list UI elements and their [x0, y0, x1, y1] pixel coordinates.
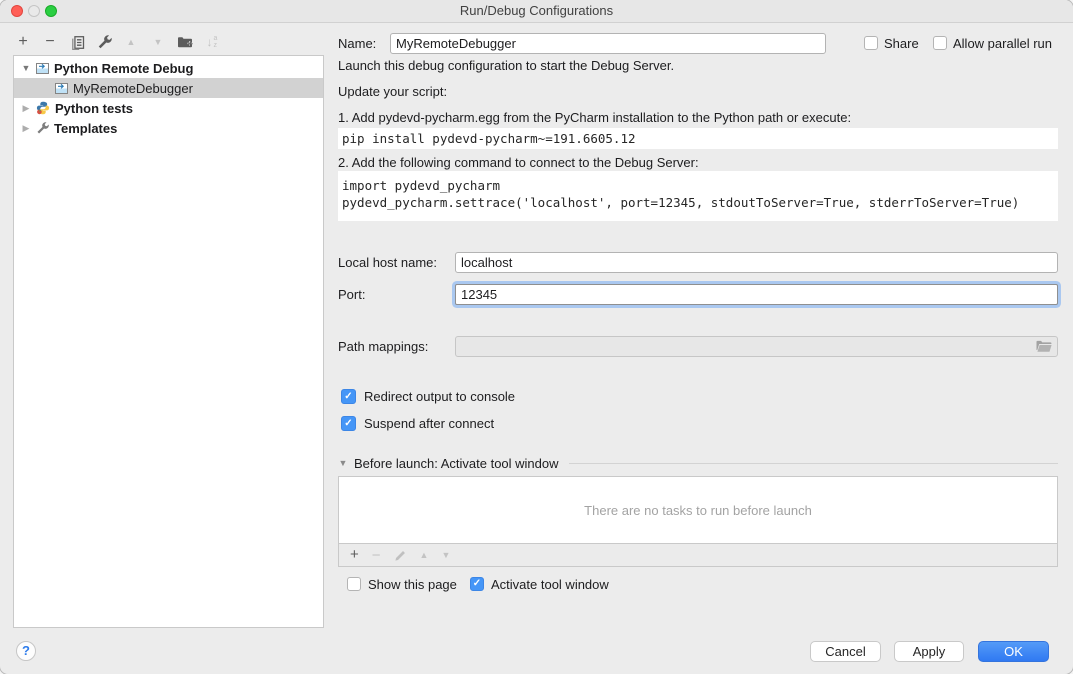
move-down-icon[interactable]: ▼: [150, 34, 166, 50]
allow-parallel-run-label: Allow parallel run: [953, 33, 1052, 54]
remove-configuration-icon[interactable]: −: [42, 34, 58, 50]
activate-tool-window-label: Activate tool window: [491, 574, 609, 595]
close-window-button[interactable]: [11, 5, 23, 17]
tree-item-label: Python tests: [55, 101, 133, 116]
share-label: Share: [884, 33, 919, 54]
activate-tool-window-checkbox[interactable]: ✓: [470, 577, 484, 591]
before-launch-task-list[interactable]: There are no tasks to run before launch: [338, 476, 1058, 544]
add-configuration-icon[interactable]: +: [15, 34, 31, 50]
tree-item-python-tests[interactable]: ▶ Python tests: [14, 98, 323, 118]
ok-button[interactable]: OK: [978, 641, 1049, 662]
check-icon: ✓: [344, 417, 352, 431]
title-bar: Run/Debug Configurations: [0, 0, 1073, 23]
name-label: Name:: [338, 33, 376, 54]
path-mappings-label: Path mappings:: [338, 336, 428, 357]
task-list-toolbar: + − ▲ ▼: [338, 544, 1058, 567]
cancel-button[interactable]: Cancel: [810, 641, 881, 662]
zoom-window-button[interactable]: [45, 5, 57, 17]
local-host-name-input[interactable]: [455, 252, 1058, 273]
no-tasks-message: There are no tasks to run before launch: [584, 503, 812, 518]
intro-line-2: Update your script:: [338, 81, 447, 102]
check-icon: ✓: [344, 390, 352, 404]
check-icon: ✓: [473, 577, 481, 591]
move-task-down-icon[interactable]: ▼: [441, 551, 450, 560]
remote-debug-config-icon: [55, 82, 68, 95]
remove-task-icon[interactable]: −: [372, 547, 381, 564]
step-1-text: 1. Add pydevd-pycharm.egg from the PyCha…: [338, 107, 851, 128]
run-debug-configurations-dialog: Run/Debug Configurations + − ▲ ▼: [0, 0, 1073, 674]
tree-item-label: MyRemoteDebugger: [73, 81, 193, 96]
python-tests-icon: [36, 101, 50, 115]
redirect-output-checkbox[interactable]: ✓: [341, 389, 356, 404]
before-launch-title: Before launch: Activate tool window: [354, 456, 559, 471]
settrace-code-block: import pydevd_pycharm pydevd_pycharm.set…: [338, 171, 1058, 221]
chevron-right-icon[interactable]: ▶: [21, 103, 31, 114]
configurations-toolbar: + − ▲ ▼ ↓ a z: [15, 30, 220, 54]
section-divider: [569, 463, 1058, 464]
show-this-page-checkbox[interactable]: [347, 577, 361, 591]
tree-item-python-remote-debug[interactable]: ▼ Python Remote Debug: [14, 58, 323, 78]
edit-templates-wrench-icon[interactable]: [96, 34, 112, 50]
collapse-section-icon[interactable]: ▼: [338, 458, 348, 468]
copy-configuration-icon[interactable]: [69, 34, 85, 50]
tree-item-label: Templates: [54, 121, 117, 136]
add-task-icon[interactable]: +: [350, 547, 359, 563]
chevron-down-icon[interactable]: ▼: [21, 63, 31, 73]
code-line-2: pydevd_pycharm.settrace('localhost', por…: [342, 194, 1058, 211]
new-folder-icon[interactable]: [177, 34, 193, 50]
redirect-output-label: Redirect output to console: [364, 386, 515, 407]
step-2-text: 2. Add the following command to connect …: [338, 152, 699, 173]
move-task-up-icon[interactable]: ▲: [420, 551, 429, 560]
remote-debug-config-icon: [36, 62, 49, 75]
help-button[interactable]: ?: [16, 641, 36, 661]
before-launch-section-header: ▼ Before launch: Activate tool window: [338, 454, 1058, 472]
path-mappings-input[interactable]: [455, 336, 1058, 357]
port-input[interactable]: [455, 284, 1058, 305]
tree-item-templates[interactable]: ▶ Templates: [14, 118, 323, 138]
intro-line-1: Launch this debug configuration to start…: [338, 55, 674, 76]
local-host-name-label: Local host name:: [338, 252, 437, 273]
show-this-page-label: Show this page: [368, 574, 457, 595]
help-icon: ?: [22, 643, 30, 658]
chevron-right-icon[interactable]: ▶: [21, 123, 31, 134]
code-line-1: import pydevd_pycharm: [342, 177, 1058, 194]
suspend-after-connect-label: Suspend after connect: [364, 413, 494, 434]
sort-alphabetically-icon[interactable]: ↓ a z: [204, 34, 220, 50]
move-up-icon[interactable]: ▲: [123, 34, 139, 50]
tree-item-myremotedebugger-selected[interactable]: MyRemoteDebugger: [14, 78, 323, 98]
suspend-after-connect-checkbox[interactable]: ✓: [341, 416, 356, 431]
minimize-window-button[interactable]: [28, 5, 40, 17]
configurations-tree: ▼ Python Remote Debug MyRemoteDebugger: [13, 55, 324, 628]
window-title: Run/Debug Configurations: [0, 0, 1073, 22]
templates-wrench-icon: [36, 122, 49, 135]
tree-item-label: Python Remote Debug: [54, 61, 193, 76]
edit-task-icon[interactable]: [394, 549, 407, 562]
browse-folder-icon[interactable]: [1036, 340, 1052, 353]
allow-parallel-run-checkbox[interactable]: [933, 36, 947, 50]
name-input[interactable]: [390, 33, 826, 54]
apply-button[interactable]: Apply: [894, 641, 964, 662]
port-label: Port:: [338, 284, 365, 305]
share-checkbox[interactable]: [864, 36, 878, 50]
pip-install-command: pip install pydevd-pycharm~=191.6605.12: [338, 128, 1058, 149]
